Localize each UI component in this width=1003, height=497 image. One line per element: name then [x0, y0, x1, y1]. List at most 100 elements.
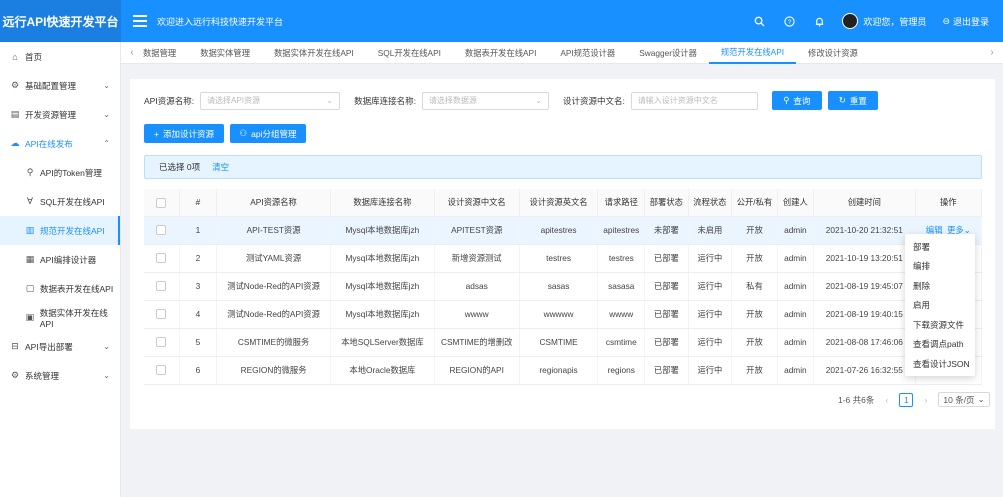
cell-public: 开放 [731, 300, 778, 329]
tab-sql-api[interactable]: SQL开发在线API [366, 42, 453, 64]
sidebar-item-dev-resources[interactable]: ▤ 开发资源管理 ⌄ [0, 100, 120, 129]
cell-time: 2021-08-19 19:40:15 [813, 300, 916, 329]
menu-item-view-path[interactable]: 查看调点path [905, 335, 975, 355]
cell-creator: admin [777, 272, 815, 301]
table-row[interactable]: 2 测试YAML资源 Mysql本地数据库jzh 新增资源测试 testres … [144, 244, 983, 273]
tab-scroll-left-icon[interactable]: ‹ [121, 47, 143, 58]
logout-button[interactable]: ⊖ 退出登录 [942, 15, 989, 28]
chevron-down-icon: ⌄ [103, 110, 110, 119]
clear-selection-link[interactable]: 清空 [212, 161, 229, 173]
row-select-cell[interactable] [144, 356, 180, 385]
db-select[interactable]: 请选择数据源 ⌄ [421, 91, 549, 110]
tab-scroll-right-icon[interactable]: › [981, 47, 1003, 58]
sidebar-item-spec-api[interactable]: ▥ 规范开发在线API [0, 216, 120, 245]
sidebar-item-api-export[interactable]: ⊟ API导出部署 ⌄ [0, 332, 120, 361]
menu-item-orchestrate[interactable]: 编排 [905, 257, 975, 277]
reset-button[interactable]: ↻ 重置 [827, 91, 878, 110]
cell-flow-status: 未启用 [688, 216, 733, 245]
user-menu[interactable]: 欢迎您，管理员 [842, 13, 926, 29]
cn-name-label: 设计资源中文名: [562, 95, 625, 106]
table-row[interactable]: 3 测试Node-Red的API资源 Mysql本地数据库jzh adsas s… [144, 272, 983, 301]
row-checkbox[interactable] [156, 337, 167, 348]
cell-name: CSMTIME的微服务 [216, 328, 332, 357]
bell-icon[interactable] [812, 14, 826, 28]
add-resource-label: 添加设计资源 [162, 128, 214, 139]
cell-cn: adsas [434, 272, 520, 301]
menu-item-enable[interactable]: 启用 [905, 296, 975, 316]
menu-item-view-json[interactable]: 查看设计JSON [905, 354, 975, 374]
row-checkbox[interactable] [156, 253, 167, 264]
sidebar-item-home[interactable]: ⌂ 首页 [0, 42, 120, 71]
sidebar-item-api-orchestration[interactable]: ▦ API编排设计器 [0, 245, 120, 274]
tab-entity-api[interactable]: 数据实体开发在线API [262, 42, 366, 64]
row-select-cell[interactable] [144, 244, 180, 273]
row-select-cell[interactable] [144, 300, 180, 329]
table-header-row: # API资源名称 数据库连接名称 设计资源中文名 设计资源英文名 请求路径 部… [144, 189, 983, 217]
cell-index: 3 [179, 272, 218, 301]
tab-api-spec-designer[interactable]: API规范设计器 [548, 42, 627, 64]
api-group-button[interactable]: ⚇ api分组管理 [230, 124, 306, 143]
reset-label: 重置 [849, 95, 867, 106]
cn-name-input[interactable]: 请输入设计资源中文名 [630, 91, 758, 110]
tab-spec-api[interactable]: 规范开发在线API [708, 42, 797, 64]
search-icon[interactable] [752, 14, 766, 28]
sidebar-item-label: 数据表开发在线API [40, 283, 114, 294]
tab-edit-resource[interactable]: 修改设计资源 [796, 42, 870, 64]
chevron-down-icon: ⌄ [103, 81, 110, 90]
cell-creator: admin [777, 216, 815, 245]
sidebar-item-entity-api[interactable]: ▣ 数据实体开发在线API [0, 303, 120, 332]
tab-swagger-designer[interactable]: Swagger设计器 [627, 42, 709, 64]
menu-item-delete[interactable]: 删除 [905, 276, 975, 296]
cell-db: 本地SQLServer数据库 [330, 328, 435, 357]
sidebar-item-sql-api[interactable]: ∀ SQL开发在线API [0, 187, 120, 216]
table-row[interactable]: 6 REGION的微服务 本地Oracle数据库 REGION的API regi… [144, 356, 983, 385]
select-all-checkbox[interactable] [156, 197, 167, 208]
row-select-cell[interactable] [144, 328, 180, 357]
cell-deploy-status: 已部署 [644, 272, 689, 301]
select-all-header[interactable] [144, 189, 180, 217]
row-checkbox[interactable] [156, 225, 167, 236]
row-checkbox[interactable] [156, 309, 167, 320]
tab-table-api[interactable]: 数据表开发在线API [453, 42, 548, 64]
sidebar-item-table-api[interactable]: ▢ 数据表开发在线API [0, 274, 120, 303]
menu-item-deploy[interactable]: 部署 [905, 237, 975, 257]
cell-en: testres [519, 244, 599, 273]
column-header: 创建时间 [813, 189, 916, 217]
grid-icon: ▦ [25, 254, 35, 264]
add-resource-button[interactable]: + 添加设计资源 [144, 124, 224, 143]
row-select-cell[interactable] [144, 272, 180, 301]
user-greeting: 欢迎您，管理员 [863, 16, 927, 27]
sidebar-item-base-config[interactable]: ⚙ 基础配置管理 ⌄ [0, 71, 120, 100]
current-page[interactable]: 1 [899, 392, 914, 407]
tab-entity-management[interactable]: 数据实体管理 [188, 42, 262, 64]
row-checkbox[interactable] [156, 365, 167, 376]
main-card: API资源名称: 请选择API资源 ⌄ 数据库连接名称: 请选择数据源 ⌄ 设计… [130, 79, 995, 429]
cell-index: 4 [179, 300, 218, 329]
query-button[interactable]: ⚲ 查询 [771, 91, 822, 110]
cell-en: regionapis [519, 356, 599, 385]
sidebar-item-api-publish[interactable]: ☁ API在线发布 ⌃ [0, 129, 120, 158]
api-name-select[interactable]: 请选择API资源 ⌄ [200, 91, 341, 110]
brand-title: 远行API快速开发平台 [0, 0, 121, 42]
table-row[interactable]: 1 API-TEST资源 Mysql本地数据库jzh APITEST资源 api… [144, 216, 983, 245]
sidebar-item-label: API在线发布 [25, 138, 73, 149]
table-row[interactable]: 5 CSMTIME的微服务 本地SQLServer数据库 CSMTIME的增删改… [144, 328, 983, 357]
sidebar-item-system[interactable]: ⚙ 系统管理 ⌄ [0, 361, 120, 390]
cell-time: 2021-10-19 13:20:51 [813, 244, 916, 273]
chevron-down-icon: ⌄ [103, 342, 110, 351]
menu-item-download[interactable]: 下载资源文件 [905, 315, 975, 335]
row-select-cell[interactable] [144, 216, 180, 245]
sidebar-item-api-token[interactable]: ⚲ API的Token管理 [0, 158, 120, 187]
tab-data-management[interactable]: 数据管理 [143, 42, 188, 64]
next-page-icon[interactable]: › [919, 393, 932, 406]
menu-toggle-icon[interactable] [133, 15, 147, 27]
column-header: 公开/私有 [731, 189, 778, 217]
prev-page-icon[interactable]: ‹ [880, 393, 893, 406]
table-row[interactable]: 4 测试Node-Red的API资源 Mysql本地数据库jzh wwww ww… [144, 300, 983, 329]
column-header: 流程状态 [688, 189, 733, 217]
cell-db: Mysql本地数据库jzh [330, 272, 435, 301]
cell-path: csmtime [597, 328, 646, 357]
page-size-select[interactable]: 10 条/页 ⌄ [938, 392, 990, 407]
row-checkbox[interactable] [156, 281, 167, 292]
help-icon[interactable]: ? [782, 14, 796, 28]
